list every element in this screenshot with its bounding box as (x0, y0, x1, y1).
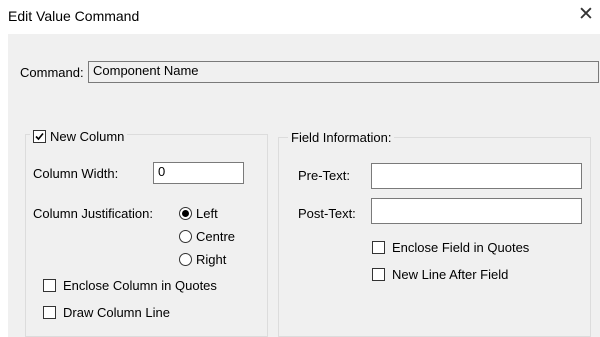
window-title: Edit Value Command (8, 8, 140, 24)
radio-centre[interactable] (179, 230, 192, 243)
enclose-column-label: Enclose Column in Quotes (63, 278, 217, 293)
post-text-label: Post-Text: (298, 206, 356, 221)
title-bar: Edit Value Command ✕ (0, 0, 600, 34)
column-width-label: Column Width: (33, 166, 119, 181)
radio-selected-dot (182, 210, 189, 217)
post-text-input[interactable] (371, 198, 582, 224)
command-field: Component Name (88, 61, 599, 83)
column-width-input[interactable]: 0 (153, 162, 244, 184)
new-column-checkbox[interactable] (33, 130, 46, 143)
close-icon[interactable]: ✕ (578, 5, 594, 24)
radio-centre-label: Centre (196, 229, 236, 244)
new-column-legend: New Column (30, 128, 128, 144)
new-line-after-field-label: New Line After Field (392, 267, 509, 282)
draw-column-line-checkbox[interactable] (43, 306, 56, 319)
column-justification-label: Column Justification: (33, 206, 153, 221)
checkmark-icon (35, 132, 44, 141)
radio-left-label: Left (196, 206, 218, 221)
pre-text-label: Pre-Text: (298, 168, 351, 183)
command-label: Command: (20, 65, 84, 80)
field-information-legend: Field Information: (288, 130, 395, 145)
command-value: Component Name (93, 63, 199, 78)
radio-right-label: Right (196, 252, 227, 267)
radio-right[interactable] (179, 253, 192, 266)
enclose-field-checkbox[interactable] (372, 241, 385, 254)
radio-left[interactable] (179, 207, 192, 220)
new-line-after-field-checkbox[interactable] (372, 268, 385, 281)
column-width-value: 0 (158, 164, 166, 179)
enclose-column-checkbox[interactable] (43, 279, 56, 292)
new-column-label: New Column (50, 129, 125, 144)
dialog-body: Command: Component Name New Column Colum… (8, 34, 600, 337)
pre-text-input[interactable] (371, 163, 582, 189)
enclose-field-label: Enclose Field in Quotes (392, 240, 530, 255)
draw-column-line-label: Draw Column Line (63, 305, 170, 320)
